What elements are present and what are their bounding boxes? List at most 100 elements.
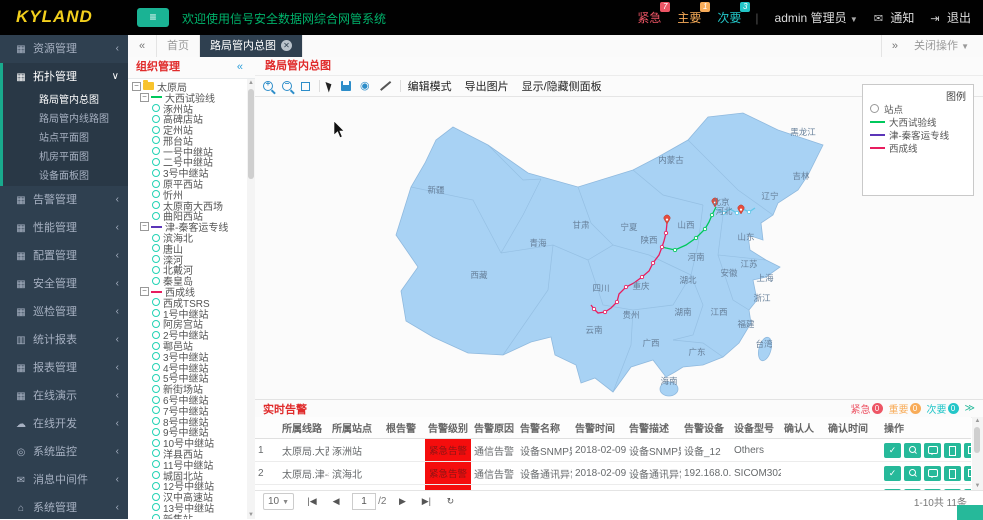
sidebar-subitem-站点平面图[interactable]: 站点平面图 xyxy=(3,129,128,148)
doc-action-button[interactable] xyxy=(944,466,961,481)
collapse-node-icon[interactable]: − xyxy=(140,222,149,231)
column-header-index[interactable] xyxy=(255,417,279,439)
sidebar-item-在线开发[interactable]: ☁在线开发‹ xyxy=(0,410,128,438)
sidebar-item-巡检管理[interactable]: ▦巡检管理‹ xyxy=(0,298,128,326)
user-menu[interactable]: admin 管理员 ▼ xyxy=(775,9,858,26)
bubble-action-button[interactable] xyxy=(924,443,941,458)
logout-button[interactable]: ⇥ 退出 xyxy=(930,9,971,26)
tabs-scroll-right-button[interactable]: » xyxy=(881,35,908,57)
sidebar-item-拓扑管理[interactable]: ▦拓扑管理∨ xyxy=(3,63,128,91)
first-page-button[interactable]: |◀ xyxy=(304,496,320,507)
table-head: 所属线路所属站点根告警告警级别告警原因告警名称告警时间告警描述告警设备设备型号确… xyxy=(255,417,971,439)
pointer-tool-icon[interactable] xyxy=(325,80,333,92)
add-node-icon[interactable]: ◉ xyxy=(360,81,370,92)
scroll-down-icon[interactable]: ▼ xyxy=(247,511,255,519)
sidebar-item-统计报表[interactable]: ▥统计报表‹ xyxy=(0,326,128,354)
sidebar-item-资源管理[interactable]: ▦资源管理‹ xyxy=(0,35,128,63)
sidebar-item-系统监控[interactable]: ◎系统监控‹ xyxy=(0,438,128,466)
corner-action-button[interactable] xyxy=(957,505,983,520)
expand-panel-icon[interactable]: ≫ xyxy=(965,403,975,414)
column-header-所属线路[interactable]: 所属线路 xyxy=(279,417,329,439)
column-header-告警描述[interactable]: 告警描述 xyxy=(626,417,681,439)
collapse-node-icon[interactable]: − xyxy=(140,287,149,296)
tabs-scroll-left-button[interactable]: « xyxy=(128,35,157,57)
mag2-action-button[interactable] xyxy=(904,443,921,458)
sidebar-subitem-设备面板图[interactable]: 设备面板图 xyxy=(3,167,128,186)
prev-page-button[interactable]: ◀ xyxy=(328,496,344,507)
bubble-action-button[interactable] xyxy=(924,466,941,481)
copy-action-button[interactable] xyxy=(964,443,971,458)
collapse-panel-icon[interactable]: « xyxy=(237,57,243,78)
sidebar-item-系统管理[interactable]: ⌂系统管理‹ xyxy=(0,494,128,519)
divider xyxy=(319,80,320,92)
table-row[interactable]: 1太原局.大西涿洲站紧急告警通信告警设备SNMP异2018-02-09 1设备S… xyxy=(255,439,971,462)
caret-down-icon: ▼ xyxy=(282,499,289,506)
table-row[interactable]: 2太原局.津-秦滨海北紧急告警通信告警设备通讯异常2018-02-09 1设备通… xyxy=(255,462,971,485)
next-page-button[interactable]: ▶ xyxy=(394,496,410,507)
copy-action-button[interactable] xyxy=(964,466,971,481)
table-scrollbar[interactable]: ▲ ▼ xyxy=(972,417,983,490)
collapse-node-icon[interactable]: − xyxy=(132,82,141,91)
page-number-input[interactable] xyxy=(352,493,376,510)
sidebar-item-性能管理[interactable]: ▦性能管理‹ xyxy=(0,214,128,242)
sidebar-subitem-路局管内线路图[interactable]: 路局管内线路图 xyxy=(3,110,128,129)
column-header-操作[interactable]: 操作 xyxy=(881,417,971,439)
doc-action-button[interactable] xyxy=(944,443,961,458)
tab-close-icon[interactable]: ✕ xyxy=(281,40,292,51)
column-header-所属站点[interactable]: 所属站点 xyxy=(329,417,383,439)
toolbar-button-显示/隐藏侧面板[interactable]: 显示/隐藏侧面板 xyxy=(522,78,602,94)
china-map-area[interactable]: 黑龙江吉林辽宁内蒙古新疆甘肃宁夏青海陕西山西北京河北山东河南江苏安徽上海西藏四川… xyxy=(255,97,983,399)
close-operations-dropdown[interactable]: 关闭操作 ▼ xyxy=(908,35,983,58)
toolbar-button-编辑模式[interactable]: 编辑模式 xyxy=(408,78,452,94)
column-header-根告警[interactable]: 根告警 xyxy=(383,417,425,439)
column-header-告警名称[interactable]: 告警名称 xyxy=(517,417,572,439)
toolbar-button-导出图片[interactable]: 导出图片 xyxy=(465,78,509,94)
column-header-告警原因[interactable]: 告警原因 xyxy=(471,417,517,439)
scroll-up-icon[interactable]: ▲ xyxy=(247,79,255,87)
sidebar-item-在线演示[interactable]: ▦在线演示‹ xyxy=(0,382,128,410)
alarm-badge-紧急[interactable]: 紧急7 xyxy=(637,9,661,26)
sidebar-item-配置管理[interactable]: ▦配置管理‹ xyxy=(0,242,128,270)
scrollbar-thumb[interactable] xyxy=(248,89,254,179)
save-icon[interactable] xyxy=(341,81,351,91)
alarm-badge-次要[interactable]: 次要3 xyxy=(717,9,741,26)
tab-路局管内总图[interactable]: 路局管内总图✕ xyxy=(200,35,303,57)
notice-button[interactable]: ✉ 通知 xyxy=(874,9,915,26)
station-circle-icon xyxy=(152,449,160,457)
tree-node-station-滨海北[interactable]: 滨海北 xyxy=(130,232,246,243)
sidebar-subitem-路局管内总图[interactable]: 路局管内总图 xyxy=(3,91,128,110)
mag2-action-button[interactable] xyxy=(904,466,921,481)
sidebar-item-安全管理[interactable]: ▦安全管理‹ xyxy=(0,270,128,298)
check-action-button[interactable]: ✓ xyxy=(884,466,901,481)
page-size-select[interactable]: 10▼ xyxy=(263,493,294,510)
collapse-node-icon[interactable]: − xyxy=(140,93,149,102)
column-header-设备型号[interactable]: 设备型号 xyxy=(731,417,781,439)
zoom-in-icon[interactable]: + xyxy=(263,81,273,91)
fit-view-icon[interactable] xyxy=(301,82,310,91)
scroll-down-icon[interactable]: ▼ xyxy=(972,482,983,490)
sidebar-subitem-机房平面图[interactable]: 机房平面图 xyxy=(3,148,128,167)
column-header-确认时间[interactable]: 确认时间 xyxy=(825,417,881,439)
tree-scrollbar[interactable]: ▲ ▼ xyxy=(247,79,255,519)
sidebar-item-告警管理[interactable]: ▦告警管理‹ xyxy=(0,186,128,214)
scrollbar-thumb[interactable] xyxy=(974,427,980,453)
column-header-告警级别[interactable]: 告警级别 xyxy=(425,417,471,439)
column-header-确认人[interactable]: 确认人 xyxy=(781,417,825,439)
column-header-告警设备[interactable]: 告警设备 xyxy=(681,417,731,439)
sidebar-item-报表管理[interactable]: ▦报表管理‹ xyxy=(0,354,128,382)
column-header-告警时间[interactable]: 告警时间 xyxy=(572,417,626,439)
tabs: 首页路局管内总图✕ xyxy=(157,35,303,57)
scroll-up-icon[interactable]: ▲ xyxy=(972,417,983,425)
draw-line-icon[interactable] xyxy=(379,80,391,92)
refresh-icon[interactable]: ↻ xyxy=(442,496,458,507)
caret-down-icon: ▼ xyxy=(961,42,969,51)
tab-首页[interactable]: 首页 xyxy=(157,35,200,57)
tree-node-station-新集站[interactable]: 新集站 xyxy=(130,513,246,519)
last-page-button[interactable]: ▶| xyxy=(418,496,434,507)
sidebar-item-消息中间件[interactable]: ✉消息中间件‹ xyxy=(0,466,128,494)
alarm-badge-主要[interactable]: 主要1 xyxy=(677,9,701,26)
tree-node-station-原平西站[interactable]: 原平西站 xyxy=(130,178,246,189)
zoom-out-icon[interactable]: − xyxy=(282,81,292,91)
hamburger-menu-button[interactable]: ≡ xyxy=(137,8,169,27)
check-action-button[interactable]: ✓ xyxy=(884,443,901,458)
